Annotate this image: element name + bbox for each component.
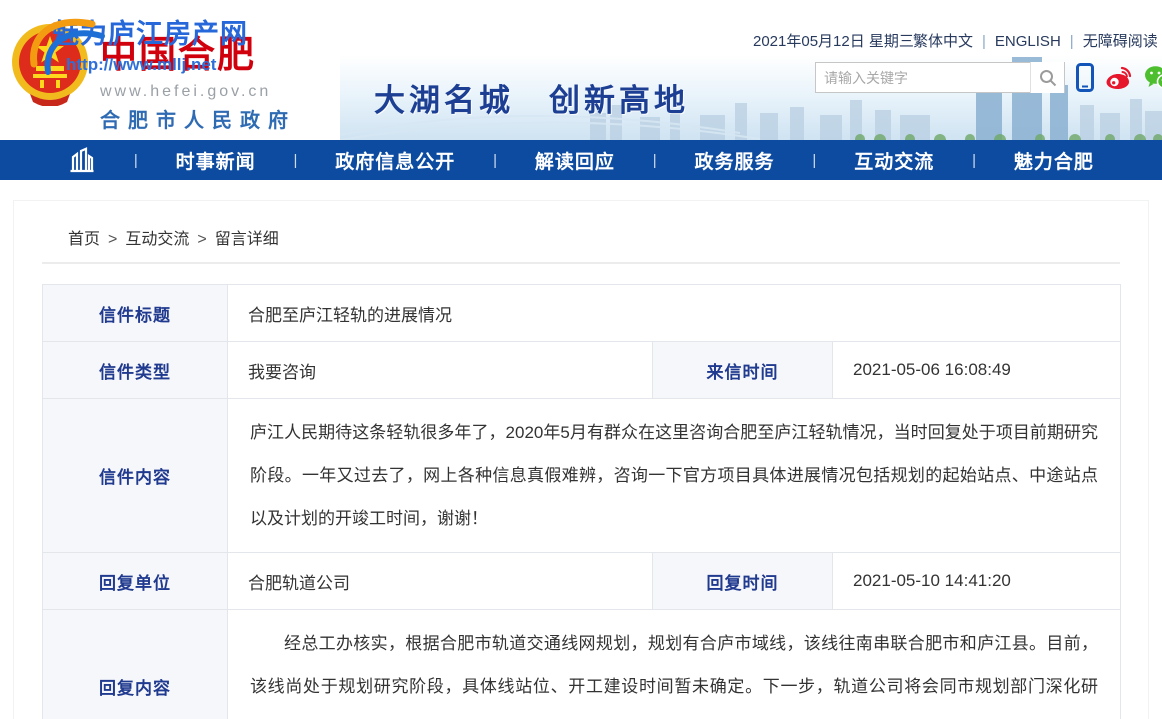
nav-separator: | xyxy=(812,152,816,169)
letter-detail-table: 信件标题 合肥至庐江轻轨的进展情况 信件类型 我要咨询 来信时间 2021-05… xyxy=(42,284,1121,719)
traditional-chinese-link[interactable]: 繁体中文 xyxy=(913,33,973,50)
page: 大湖名城 创新高地 中国合肥 www.hefei.gov.cn 合肥市人民政府 xyxy=(0,0,1162,719)
search-icon xyxy=(1039,69,1057,87)
letter-title-label: 信件标题 xyxy=(43,285,228,342)
site-header: 大湖名城 创新高地 中国合肥 www.hefei.gov.cn 合肥市人民政府 xyxy=(0,0,1162,140)
reply-unit-label: 回复单位 xyxy=(43,553,228,610)
breadcrumb-home[interactable]: 首页 xyxy=(68,231,100,248)
letter-content-value: 庐江人民期待这条轻轨很多年了，2020年5月有群众在这里咨询合肥至庐江轻轨情况，… xyxy=(228,399,1121,553)
wechat-icon[interactable] xyxy=(1144,65,1162,91)
english-link[interactable]: ENGLISH xyxy=(995,33,1061,50)
accessibility-link[interactable]: 无障碍阅读 xyxy=(1083,33,1158,50)
search-box xyxy=(815,62,1065,93)
breadcrumb-divider xyxy=(42,262,1120,264)
mobile-icon[interactable] xyxy=(1076,63,1094,92)
reply-unit-value: 合肥轨道公司 xyxy=(228,553,653,610)
nav-separator: | xyxy=(493,152,497,169)
breadcrumb-interaction[interactable]: 互动交流 xyxy=(125,231,189,248)
reply-content-label: 回复内容 xyxy=(43,610,228,719)
search-input[interactable] xyxy=(816,64,1030,91)
content-panel: 首页 > 互动交流 > 留言详细 信件标题 合肥至庐江轻轨的进展情况 信件类型 我要咨询… xyxy=(13,200,1149,719)
table-row: 回复内容 经总工办核实，根据合肥市轨道交通线网规划，规划有合庐市域线，该线往南串… xyxy=(43,610,1121,719)
breadcrumb-current: 留言详细 xyxy=(215,231,279,248)
letter-content-label: 信件内容 xyxy=(43,399,228,553)
nav-separator: | xyxy=(134,152,138,169)
breadcrumb-separator: > xyxy=(108,231,117,248)
letter-type-label: 信件类型 xyxy=(43,342,228,399)
nav-item-services[interactable]: 政务服务 xyxy=(695,147,775,174)
nav-item-gov-info[interactable]: 政府信息公开 xyxy=(335,147,455,174)
date-text: 2021年05月12日 星期三 xyxy=(753,30,914,51)
nav-separator: | xyxy=(653,152,657,169)
reply-content-value: 经总工办核实，根据合肥市轨道交通线网规划，规划有合庐市域线，该线往南串联合肥市和… xyxy=(228,610,1121,719)
nav-item-charm-hefei[interactable]: 魅力合肥 xyxy=(1014,147,1094,174)
nav-separator: | xyxy=(294,152,298,169)
weibo-icon[interactable] xyxy=(1105,65,1133,91)
table-row: 回复单位 合肥轨道公司 回复时间 2021-05-10 14:41:20 xyxy=(43,553,1121,610)
utility-links: 繁体中文|ENGLISH|无障碍阅读|登录 xyxy=(913,30,1162,51)
reply-time-label: 回复时间 xyxy=(653,553,833,610)
letter-title-value: 合肥至庐江轻轨的进展情况 xyxy=(228,285,1121,342)
city-slogan: 大湖名城 创新高地 xyxy=(374,75,689,120)
search-button[interactable] xyxy=(1030,62,1064,93)
nav-item-interaction[interactable]: 互动交流 xyxy=(854,147,934,174)
breadcrumb: 首页 > 互动交流 > 留言详细 xyxy=(68,225,1148,249)
table-row: 信件类型 我要咨询 来信时间 2021-05-06 16:08:49 xyxy=(43,342,1121,399)
home-building-icon xyxy=(68,146,96,174)
search-area xyxy=(815,62,1162,93)
letter-time-label: 来信时间 xyxy=(653,342,833,399)
site-org-name: 合肥市人民政府 xyxy=(100,104,296,133)
letter-type-value: 我要咨询 xyxy=(228,342,653,399)
nav-home-button[interactable] xyxy=(68,146,96,174)
main-nav: | 时事新闻 | 政府信息公开 | 解读回应 | 政务服务 | 互动交流 | 魅… xyxy=(0,140,1162,180)
reply-time-value: 2021-05-10 14:41:20 xyxy=(833,553,1121,610)
table-row: 信件内容 庐江人民期待这条轻轨很多年了，2020年5月有群众在这里咨询合肥至庐江… xyxy=(43,399,1121,553)
nav-separator: | xyxy=(972,152,976,169)
table-row: 信件标题 合肥至庐江轻轨的进展情况 xyxy=(43,285,1121,342)
nav-item-news[interactable]: 时事新闻 xyxy=(176,147,256,174)
letter-time-value: 2021-05-06 16:08:49 xyxy=(833,342,1121,399)
nav-item-interpretation[interactable]: 解读回应 xyxy=(535,147,615,174)
breadcrumb-separator: > xyxy=(197,231,206,248)
top-utility-bar: 2021年05月12日 星期三 繁体中文|ENGLISH|无障碍阅读|登录 xyxy=(0,30,1162,52)
site-url: www.hefei.gov.cn xyxy=(100,83,296,101)
